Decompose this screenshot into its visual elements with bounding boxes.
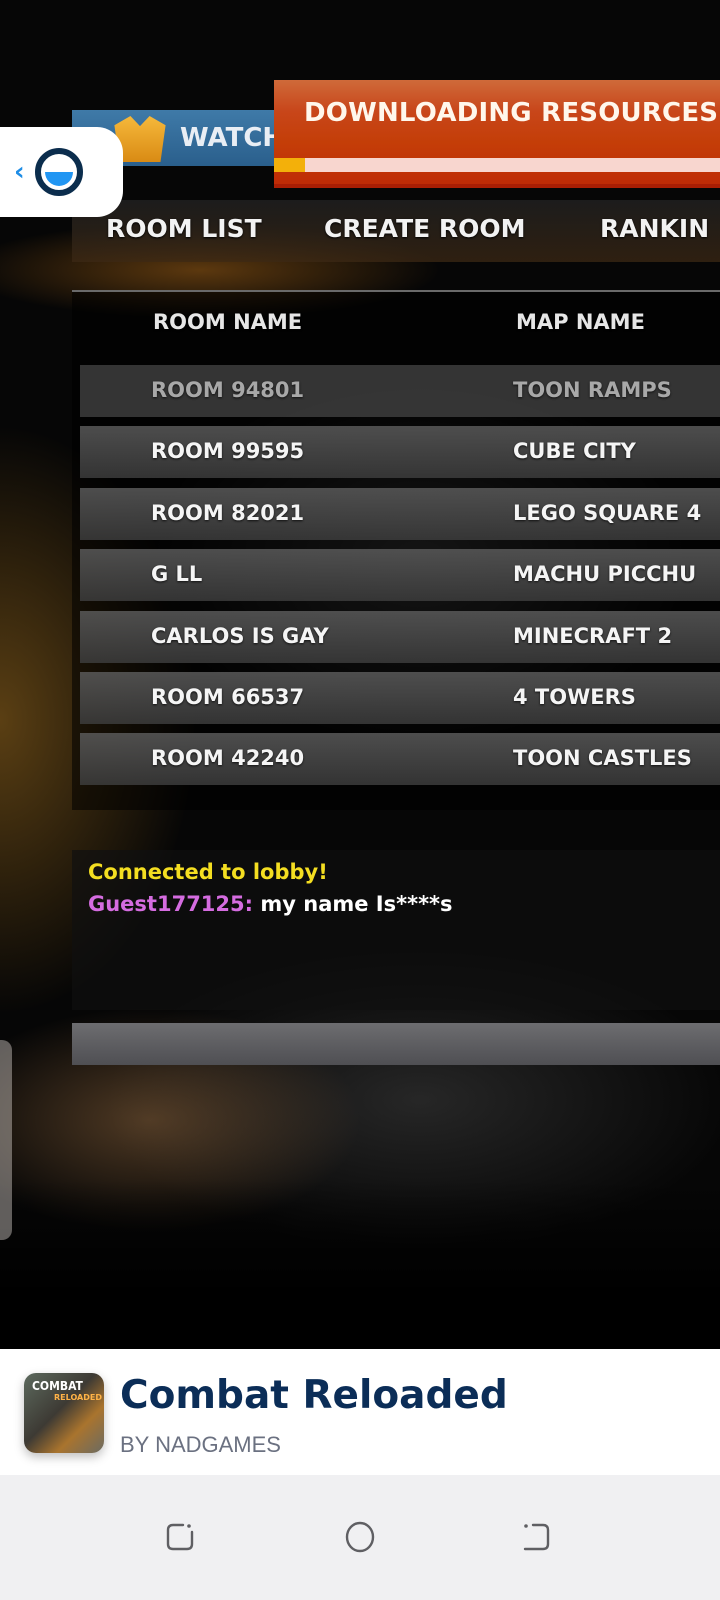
- app-icon-subtext: RELOADED: [54, 1393, 102, 1402]
- room-name: ROOM 42240: [151, 746, 305, 770]
- chat-text: my name Is****s: [253, 892, 453, 916]
- edge-panel-handle[interactable]: [0, 1040, 12, 1240]
- room-name: ROOM 82021: [151, 501, 305, 525]
- room-row[interactable]: CARLOS IS GAY MINECRAFT 2: [80, 611, 720, 663]
- recent-apps-button[interactable]: [160, 1517, 200, 1557]
- map-name: TOON CASTLES: [513, 746, 692, 770]
- room-row[interactable]: ROOM 42240 TOON CASTLES: [80, 733, 720, 785]
- room-name: CARLOS IS GAY: [151, 624, 329, 648]
- map-name: 4 TOWERS: [513, 685, 636, 709]
- room-name: ROOM 99595: [151, 439, 305, 463]
- map-name: LEGO SQUARE 4: [513, 501, 702, 525]
- tab-ranking[interactable]: RANKIN: [600, 214, 709, 243]
- chevron-left-icon: ‹: [14, 157, 25, 187]
- download-progress-bar: [274, 158, 720, 172]
- room-name: ROOM 66537: [151, 685, 305, 709]
- home-icon: [345, 1521, 375, 1553]
- home-button[interactable]: [340, 1517, 380, 1557]
- chat-username: Guest177125:: [88, 892, 254, 916]
- tab-create-room[interactable]: CREATE ROOM: [324, 214, 526, 243]
- tab-room-list[interactable]: ROOM LIST: [106, 214, 262, 243]
- room-row[interactable]: ROOM 66537 4 TOWERS: [80, 672, 720, 724]
- room-row[interactable]: ROOM 99595 CUBE CITY: [80, 426, 720, 478]
- column-header-map-name: MAP NAME: [516, 310, 645, 334]
- watch-label: WATCH: [180, 123, 285, 153]
- download-progress-fill: [274, 158, 306, 172]
- back-icon: [523, 1523, 550, 1551]
- room-row[interactable]: ROOM 94801 TOON RAMPS: [80, 365, 720, 417]
- download-title: DOWNLOADING RESOURCES: [304, 98, 719, 128]
- map-name: TOON RAMPS: [513, 378, 672, 402]
- room-name: ROOM 94801: [151, 378, 305, 402]
- app-title: Combat Reloaded: [120, 1373, 508, 1418]
- recent-apps-icon: [166, 1523, 194, 1551]
- lobby-tabs: ROOM LIST CREATE ROOM RANKIN: [72, 200, 720, 262]
- room-list-panel: ROOM NAME MAP NAME ROOM 94801 TOON RAMPS…: [72, 290, 720, 810]
- app-developer: BY NADGAMES: [120, 1432, 281, 1457]
- chat-message: Guest177125: my name Is****s: [88, 892, 453, 916]
- room-name: G LL: [151, 562, 203, 586]
- column-header-room-name: ROOM NAME: [153, 310, 303, 334]
- map-name: CUBE CITY: [513, 439, 636, 463]
- chat-system-message: Connected to lobby!: [88, 860, 328, 884]
- download-progress-panel: DOWNLOADING RESOURCES: [274, 80, 720, 188]
- chat-log: Connected to lobby! Guest177125: my name…: [72, 850, 720, 1010]
- map-name: MINECRAFT 2: [513, 624, 673, 648]
- map-name: MACHU PICCHU: [513, 562, 697, 586]
- app-info-footer: COMBAT RELOADED Combat Reloaded BY NADGA…: [0, 1349, 720, 1475]
- system-nav-bar: [0, 1475, 720, 1600]
- app-logo-icon: [34, 148, 83, 196]
- back-to-app-button[interactable]: ‹: [0, 127, 123, 217]
- app-icon: COMBAT RELOADED: [24, 1373, 104, 1453]
- back-button[interactable]: [516, 1517, 556, 1557]
- app-icon-text: COMBAT: [32, 1379, 83, 1393]
- room-row[interactable]: ROOM 82021 LEGO SQUARE 4: [80, 488, 720, 540]
- chat-input[interactable]: [72, 1023, 720, 1065]
- room-row[interactable]: G LL MACHU PICCHU: [80, 549, 720, 601]
